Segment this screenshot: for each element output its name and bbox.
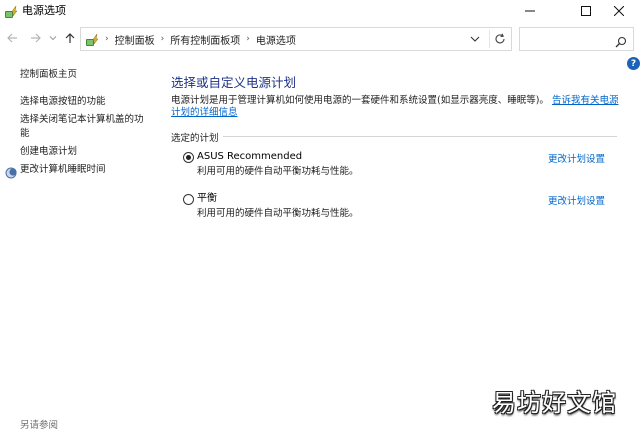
back-arrow-icon[interactable] [4,30,20,46]
plan-name[interactable]: ASUS Recommended [197,150,302,164]
change-plan-settings-link[interactable]: 更改计划设置 [548,151,605,165]
sidebar-item-sleep-time[interactable]: 更改计算机睡眠时间 [20,163,106,177]
breadcrumb-separator-icon[interactable]: › [105,34,109,44]
page-description: 电源计划是用于管理计算机如何使用电源的一套硬件和系统设置(如显示器亮度、睡眠等)… [171,95,623,119]
page-title: 选择或自定义电源计划 [171,75,297,90]
selected-plans-label: 选定的计划 [171,133,219,144]
close-button[interactable] [598,0,640,22]
sidebar-item-lid-close[interactable]: 选择关闭笔记本计算机盖的功 [20,113,144,127]
up-arrow-icon[interactable] [62,30,78,46]
address-bar[interactable]: › 控制面板 › 所有控制面板项 › 电源选项 [80,27,512,51]
plan-radio-selected[interactable] [183,152,194,163]
sidebar-item-create-plan[interactable]: 创建电源计划 [20,145,77,159]
group-divider [223,136,617,137]
search-input[interactable] [524,31,610,47]
sidebar-item-lid-close-continued[interactable]: 能 [20,127,30,141]
sidebar-item-power-button[interactable]: 选择电源按钮的功能 [20,95,106,109]
navigation-bar: › 控制面板 › 所有控制面板项 › 电源选项 [0,26,640,52]
help-icon[interactable]: ? [627,57,640,70]
breadcrumb-all-items[interactable]: 所有控制面板项 [170,32,240,47]
description-text: 电源计划是用于管理计算机如何使用电源的一套硬件和系统设置(如显示器亮度、睡眠等)… [171,95,549,106]
sidebar: 控制面板主页 选择电源按钮的功能 选择关闭笔记本计算机盖的功 能 创建电源计划 … [0,60,150,432]
watermark: 易坊好文馆 [492,389,617,417]
forward-arrow-icon[interactable] [28,30,44,46]
moon-sleep-icon [5,164,17,179]
breadcrumb-separator-icon[interactable]: › [246,34,250,44]
refresh-icon [495,33,505,44]
breadcrumb: › 控制面板 › 所有控制面板项 › 电源选项 [103,28,300,50]
title-bar: 电源选项 [0,0,640,24]
breadcrumb-control-panel[interactable]: 控制面板 [115,32,155,47]
breadcrumb-power-options[interactable]: 电源选项 [256,32,296,47]
refresh-button[interactable] [489,30,509,48]
search-icon[interactable] [615,33,627,48]
plan-description: 利用可用的硬件自动平衡功耗与性能。 [197,208,359,219]
window-title: 电源选项 [22,4,66,17]
recent-locations-chevron-icon[interactable] [48,30,58,46]
see-also-heading: 另请参阅 [20,420,59,431]
address-dropdown-icon[interactable] [467,32,483,46]
search-box[interactable] [519,27,634,51]
control-panel-icon [85,32,99,46]
power-options-icon [4,4,18,18]
plan-radio[interactable] [183,194,194,205]
sidebar-item-control-panel-home[interactable]: 控制面板主页 [20,68,77,82]
plan-description: 利用可用的硬件自动平衡功耗与性能。 [197,166,359,177]
breadcrumb-separator-icon[interactable]: › [161,34,165,44]
minimize-button[interactable] [508,0,552,22]
change-plan-settings-link[interactable]: 更改计划设置 [548,193,605,207]
plan-name[interactable]: 平衡 [197,192,217,206]
